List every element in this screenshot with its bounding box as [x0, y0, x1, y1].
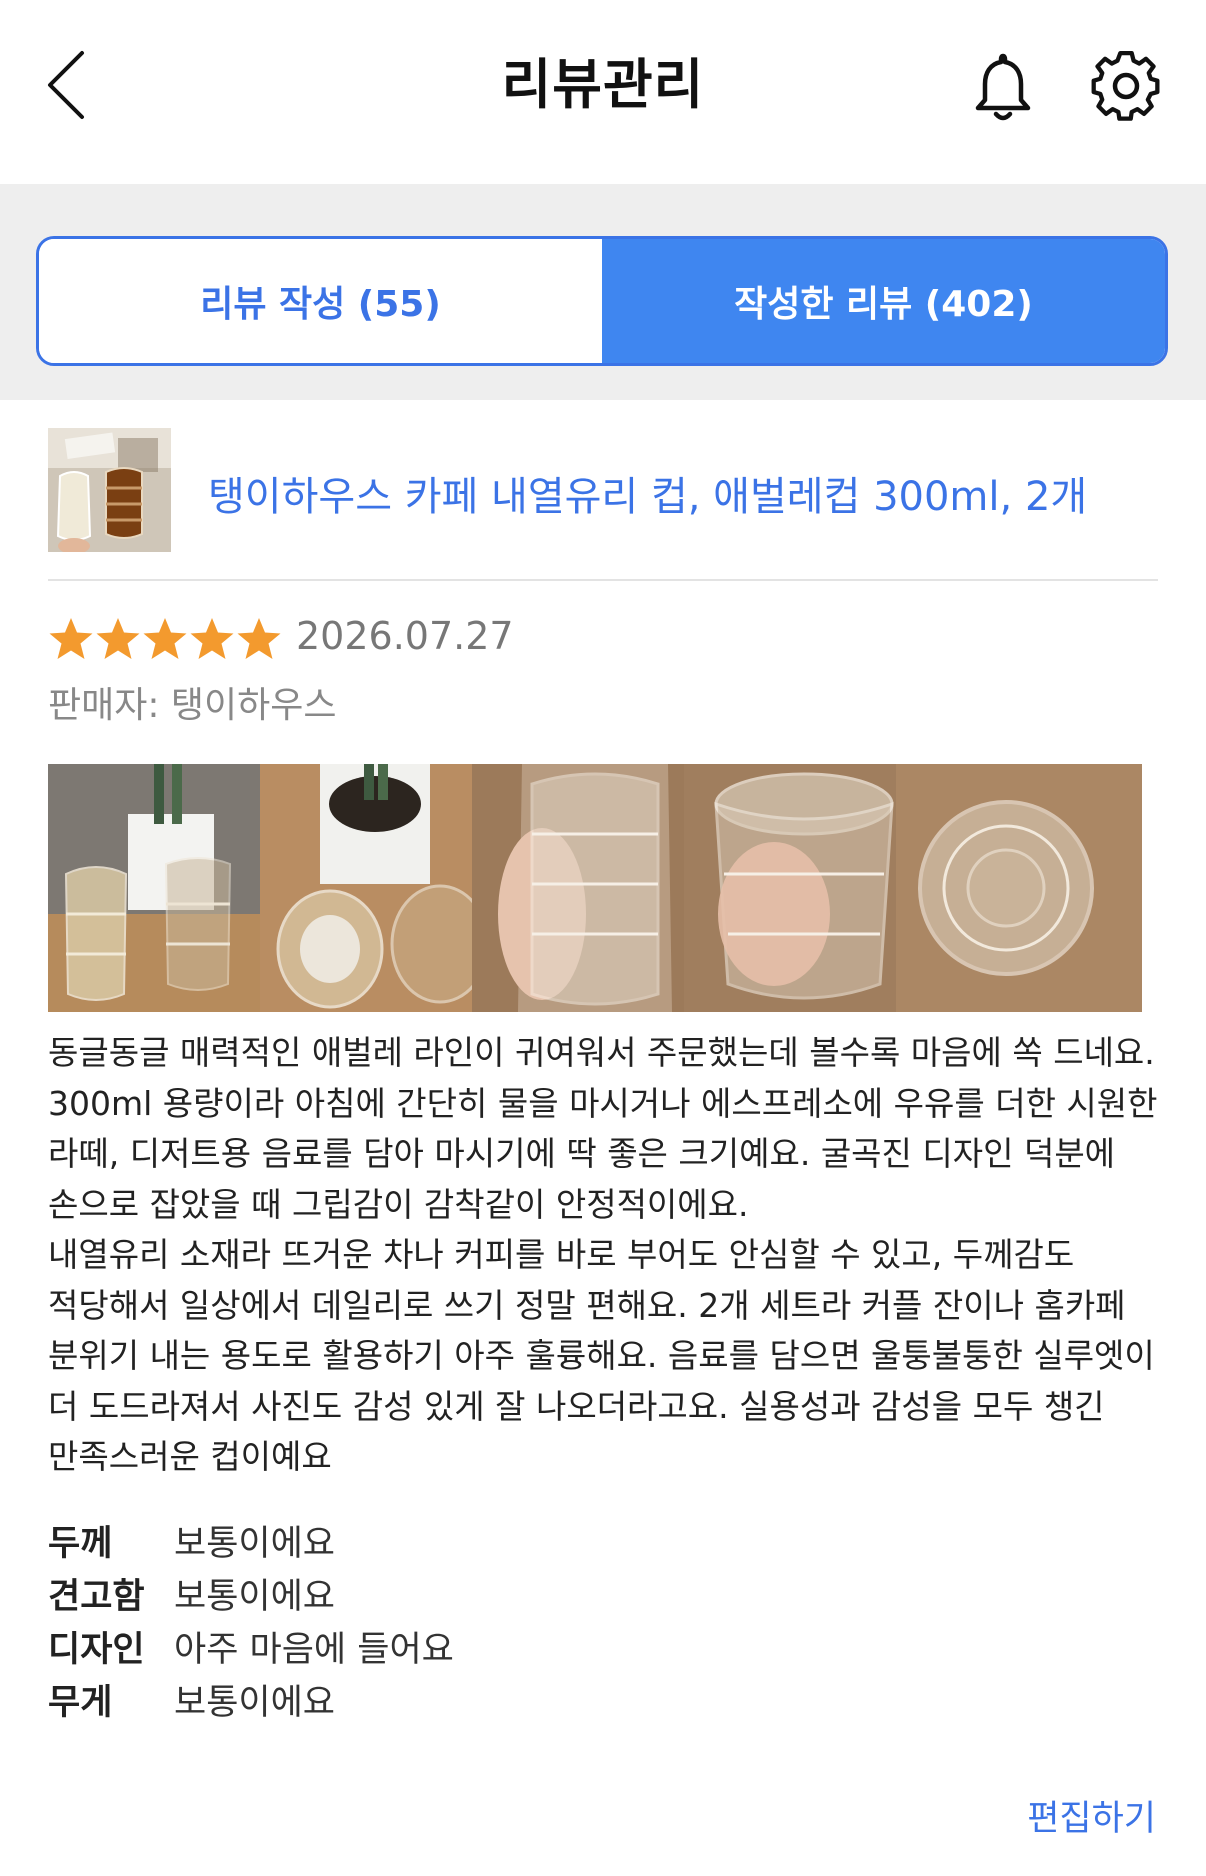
notification-button[interactable] [968, 48, 1038, 124]
star-icon [143, 618, 187, 659]
settings-button[interactable] [1088, 48, 1164, 124]
attribute-row: 무게 보통이에요 [48, 1673, 748, 1726]
product-name-link[interactable]: 탱이하우스 카페 내열유리 컵, 애벌레컵 300ml, 2개 [208, 464, 1087, 522]
bell-icon [975, 53, 1031, 121]
review-photo[interactable] [48, 764, 294, 1012]
attribute-key: 디자인 [48, 1630, 145, 1670]
review-photo[interactable] [684, 764, 930, 1012]
attribute-key: 견고함 [48, 1577, 145, 1617]
attribute-key: 두께 [48, 1524, 113, 1564]
attribute-row: 두께 보통이에요 [48, 1514, 748, 1567]
star-icon [49, 618, 93, 659]
tab-written-reviews[interactable]: 작성한 리뷰 (402) [602, 239, 1165, 363]
attribute-value: 보통이에요 [174, 1577, 336, 1617]
attribute-value: 아주 마음에 들어요 [174, 1630, 454, 1670]
attribute-row: 디자인 아주 마음에 들어요 [48, 1620, 748, 1673]
tab-write-review[interactable]: 리뷰 작성 (55) [39, 239, 602, 363]
review-tabs: 리뷰 작성 (55) 작성한 리뷰 (402) [36, 236, 1168, 366]
attribute-value: 보통이에요 [174, 1524, 336, 1564]
star-icon [190, 618, 234, 659]
star-rating [48, 616, 283, 662]
attribute-key: 무게 [48, 1683, 113, 1723]
attribute-row: 견고함 보통이에요 [48, 1567, 748, 1620]
review-attributes: 두께 보통이에요 견고함 보통이에요 디자인 아주 마음에 들어요 무게 보통이… [48, 1514, 748, 1726]
review-photo[interactable] [896, 764, 1142, 1012]
product-thumbnail[interactable] [48, 428, 171, 552]
edit-review-button[interactable]: 편집하기 [1027, 1790, 1156, 1841]
product-row: 탱이하우스 카페 내열유리 컵, 애벌레컵 300ml, 2개 [48, 428, 1158, 554]
review-photo[interactable] [472, 764, 718, 1012]
review-photo[interactable] [260, 764, 506, 1012]
app-header: 리뷰관리 [0, 0, 1206, 184]
star-icon [96, 618, 140, 659]
star-icon [237, 618, 281, 659]
divider [48, 579, 1158, 581]
review-date: 2026.07.27 [296, 614, 514, 658]
review-photos [48, 764, 1206, 1012]
attribute-value: 보통이에요 [174, 1683, 336, 1723]
review-body: 동글동글 매력적인 애벌레 라인이 귀여워서 주문했는데 볼수록 마음에 쏙 드… [48, 1033, 1158, 1476]
seller-name: 판매자: 탱이하우스 [48, 685, 337, 726]
gear-icon [1091, 50, 1160, 121]
